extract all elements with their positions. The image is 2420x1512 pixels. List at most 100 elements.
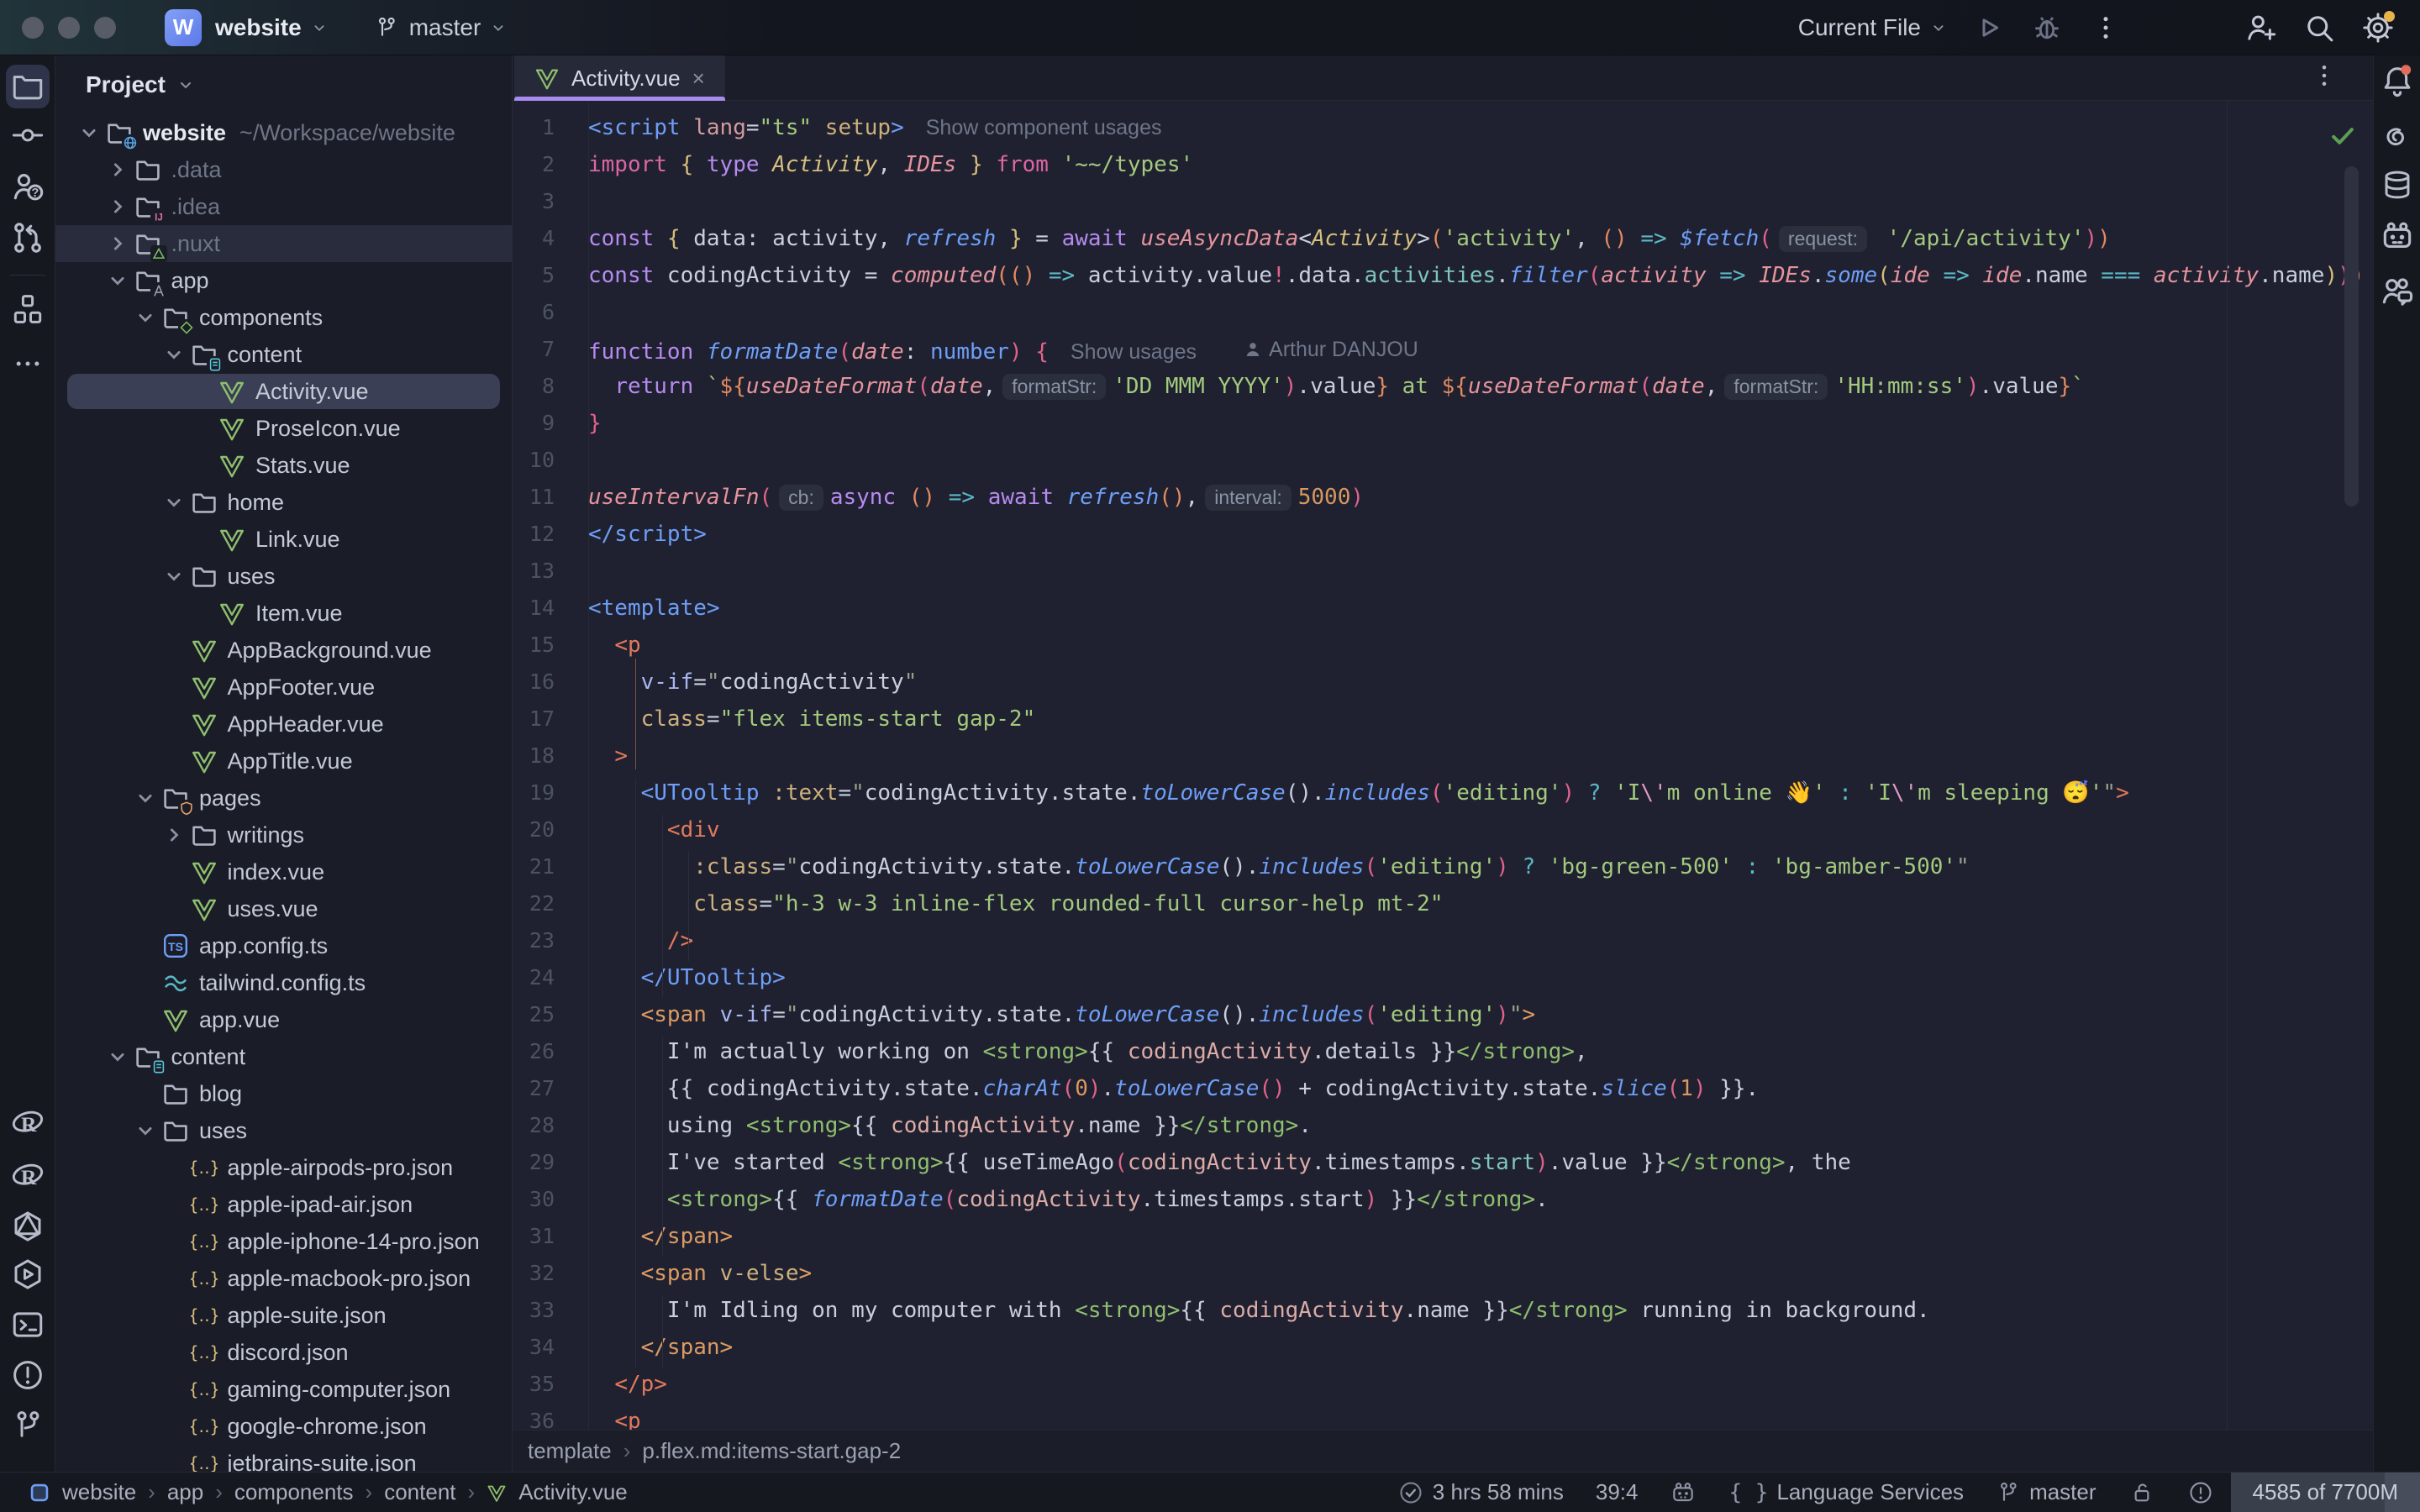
code-line[interactable]: 18 > <box>513 738 2373 774</box>
tree-item-apple-iphone-14-pro-json[interactable]: {‥}apple-iphone-14-pro.json <box>55 1223 512 1260</box>
status-breadcrumb-item[interactable]: app <box>167 1479 203 1505</box>
inlay-hint[interactable]: request: <box>1779 226 1867 252</box>
tree-item-activity-vue[interactable]: Activity.vue <box>55 373 512 410</box>
caret-position-widget[interactable]: 39:4 <box>1596 1479 1639 1505</box>
git-branch-icon[interactable] <box>6 1404 50 1447</box>
tree-item-uses[interactable]: uses <box>55 558 512 595</box>
tree-item-app[interactable]: app <box>55 262 512 299</box>
code-line[interactable]: 12</script> <box>513 516 2373 553</box>
tree-item-gaming-computer-json[interactable]: {‥}gaming-computer.json <box>55 1371 512 1408</box>
line-number[interactable]: 16 <box>513 664 588 701</box>
code-line[interactable]: 30 <strong>{{ formatDate(codingActivity.… <box>513 1181 2373 1218</box>
line-number[interactable]: 19 <box>513 774 588 811</box>
code-line[interactable]: 9} <box>513 405 2373 442</box>
tree-chevron-icon[interactable] <box>106 195 129 218</box>
problems-widget[interactable] <box>2187 1479 2214 1506</box>
project-selector[interactable]: website <box>215 14 302 41</box>
code-line[interactable]: 14<template> <box>513 590 2373 627</box>
line-number[interactable]: 18 <box>513 738 588 774</box>
robot-widget[interactable] <box>1670 1479 1697 1506</box>
line-number[interactable]: 12 <box>513 516 588 553</box>
code-line[interactable]: 21 :class="codingActivity.state.toLowerC… <box>513 848 2373 885</box>
tree-item-website[interactable]: website~/Workspace/website <box>55 114 512 151</box>
tree-item-pages[interactable]: pages <box>55 780 512 816</box>
line-number[interactable]: 11 <box>513 479 588 516</box>
line-number[interactable]: 35 <box>513 1366 588 1403</box>
inlay-hint[interactable]: interval: <box>1205 485 1292 511</box>
code-line[interactable]: 15 <p <box>513 627 2373 664</box>
line-number[interactable]: 8 <box>513 368 588 405</box>
line-number[interactable]: 21 <box>513 848 588 885</box>
line-number[interactable]: 2 <box>513 146 588 183</box>
tree-item-uses[interactable]: uses <box>55 1112 512 1149</box>
tree-item-components[interactable]: components <box>55 299 512 336</box>
terminal-icon[interactable] <box>6 1303 50 1347</box>
tree-item-apple-airpods-pro-json[interactable]: {‥}apple-airpods-pro.json <box>55 1149 512 1186</box>
branch-widget[interactable]: master <box>1996 1479 2096 1505</box>
code-line[interactable]: 11useIntervalFn(cb:async () => await ref… <box>513 479 2373 516</box>
line-number[interactable]: 29 <box>513 1144 588 1181</box>
tree-chevron-icon[interactable] <box>134 1119 157 1142</box>
tree-chevron-icon[interactable] <box>162 491 186 514</box>
structure-icon[interactable] <box>6 287 50 331</box>
branch-selector[interactable]: master <box>409 14 481 41</box>
tree-item-proseicon-vue[interactable]: ProseIcon.vue <box>55 410 512 447</box>
line-number[interactable]: 23 <box>513 922 588 959</box>
code-line[interactable]: 20 <div <box>513 811 2373 848</box>
line-number[interactable]: 26 <box>513 1033 588 1070</box>
code-line[interactable]: 13 <box>513 553 2373 590</box>
tree-item--data[interactable]: .data <box>55 151 512 188</box>
tree-item-content[interactable]: content <box>55 1038 512 1075</box>
window-zoom-button[interactable] <box>94 17 116 39</box>
time-tracker-widget[interactable]: 3 hrs 58 mins <box>1397 1479 1564 1506</box>
code-line[interactable]: 10 <box>513 442 2373 479</box>
tree-chevron-icon[interactable] <box>162 343 186 366</box>
tree-chevron-icon[interactable] <box>134 306 157 329</box>
tree-item-writings[interactable]: writings <box>55 816 512 853</box>
code-line[interactable]: 28 using <strong>{{ codingActivity.name … <box>513 1107 2373 1144</box>
code-line[interactable]: 24 </UTooltip> <box>513 959 2373 996</box>
code-line[interactable]: 33 I'm Idling on my computer with <stron… <box>513 1292 2373 1329</box>
code-line[interactable]: 6 <box>513 294 2373 331</box>
problems-icon[interactable] <box>6 1353 50 1397</box>
graphql-icon[interactable] <box>6 1205 50 1248</box>
tree-chevron-icon[interactable] <box>162 823 186 847</box>
code-line[interactable]: 25 <span v-if="codingActivity.state.toLo… <box>513 996 2373 1033</box>
code-line[interactable]: 4const { data: activity, refresh } = awa… <box>513 220 2373 257</box>
debug-button[interactable] <box>2028 9 2065 46</box>
tree-item-link-vue[interactable]: Link.vue <box>55 521 512 558</box>
run-hexagon-icon[interactable] <box>6 1252 50 1296</box>
tree-chevron-icon[interactable] <box>77 121 101 144</box>
line-number[interactable]: 9 <box>513 405 588 442</box>
tree-item-appbackground-vue[interactable]: AppBackground.vue <box>55 632 512 669</box>
tab-close-icon[interactable]: × <box>692 66 705 92</box>
tree-chevron-icon[interactable] <box>106 269 129 292</box>
tree-chevron-icon[interactable] <box>106 1045 129 1068</box>
code-line[interactable]: 16 v-if="codingActivity" <box>513 664 2373 701</box>
status-breadcrumb-item[interactable]: website <box>62 1479 136 1505</box>
commit-icon[interactable] <box>6 113 50 157</box>
tree-item-home[interactable]: home <box>55 484 512 521</box>
line-number[interactable]: 28 <box>513 1107 588 1144</box>
r-plugin-icon[interactable]: R <box>6 1101 50 1145</box>
line-number[interactable]: 10 <box>513 442 588 479</box>
tree-item-uses-vue[interactable]: uses.vue <box>55 890 512 927</box>
status-breadcrumb-item[interactable]: content <box>384 1479 455 1505</box>
tree-chevron-icon[interactable] <box>162 564 186 588</box>
add-user-button[interactable] <box>2242 9 2279 46</box>
line-number[interactable]: 36 <box>513 1403 588 1430</box>
tree-chevron-icon[interactable] <box>106 232 129 255</box>
lock-widget[interactable] <box>2128 1479 2155 1506</box>
tree-item-apple-macbook-pro-json[interactable]: {‥}apple-macbook-pro.json <box>55 1260 512 1297</box>
run-button[interactable] <box>1970 9 2007 46</box>
notifications-icon[interactable] <box>2375 59 2419 102</box>
tree-item-index-vue[interactable]: index.vue <box>55 853 512 890</box>
code-line[interactable]: 23 /> <box>513 922 2373 959</box>
vcs-graph-icon[interactable] <box>6 216 50 260</box>
tree-item-apptitle-vue[interactable]: AppTitle.vue <box>55 743 512 780</box>
line-number[interactable]: 22 <box>513 885 588 922</box>
code-author-hint[interactable]: Arthur DANJOU <box>1244 331 1418 368</box>
editor-options-button[interactable] <box>2309 60 2339 95</box>
inlay-hint[interactable]: formatStr: <box>1002 374 1106 400</box>
contributors-icon[interactable]: ? <box>6 165 50 208</box>
